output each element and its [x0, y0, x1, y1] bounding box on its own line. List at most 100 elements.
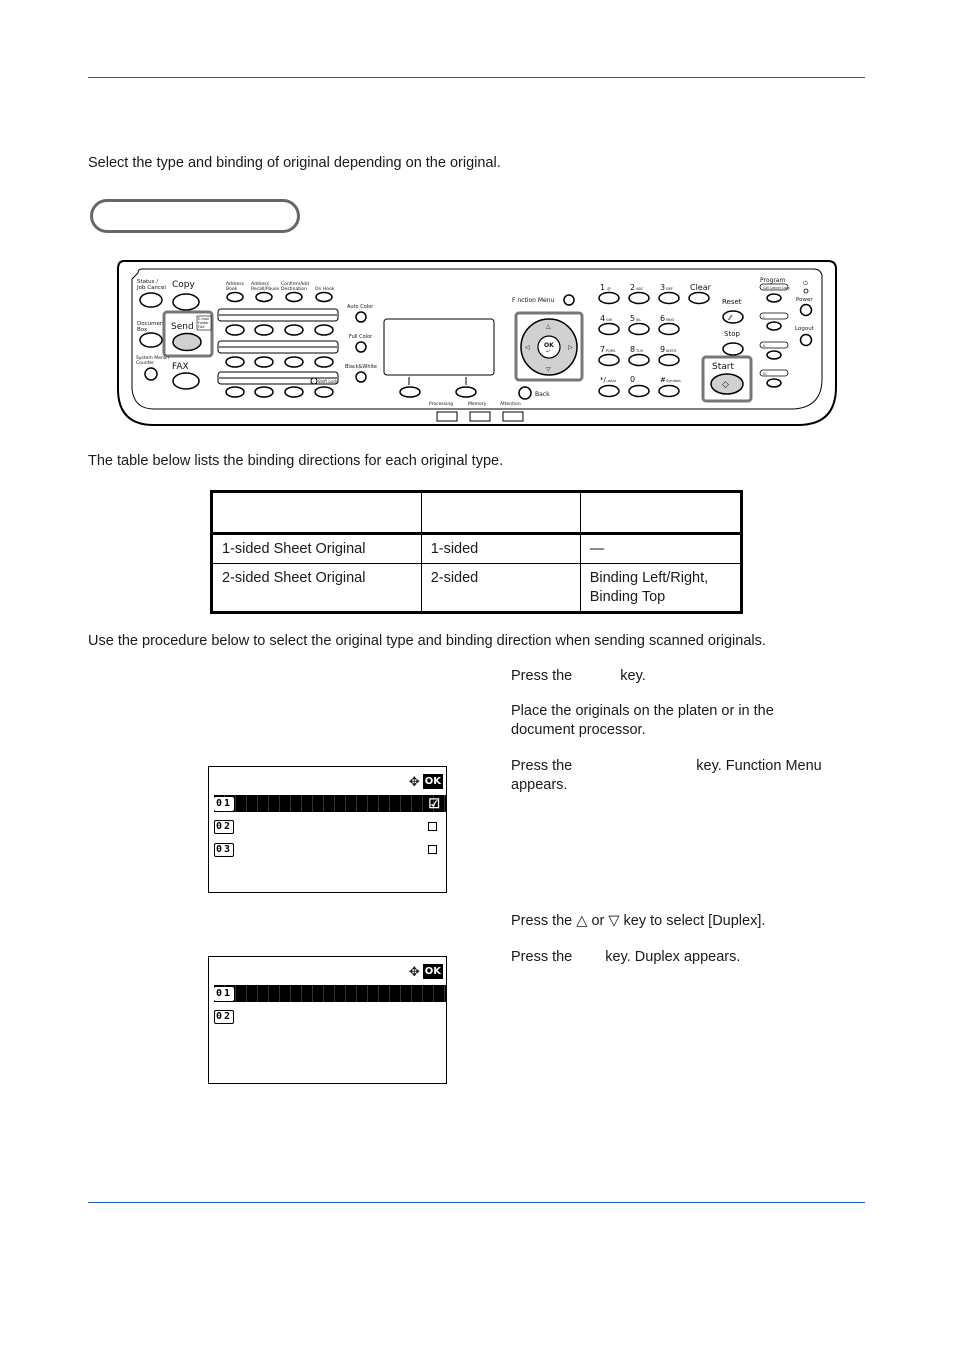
svg-text:Box: Box — [137, 327, 148, 333]
svg-text:◁: ◁ — [525, 344, 530, 351]
lcd-screen-function-menu: ✥ OK 01 ☑ 02 03 — [208, 766, 447, 893]
svg-text:Clear: Clear — [690, 283, 712, 292]
table-row: 1-sided Sheet Original 1-sided — — [210, 533, 744, 564]
operation-panel-illustration: Status / Job Cancel Copy Documen Box Sen… — [114, 259, 838, 429]
svg-text:On Hook: On Hook — [315, 286, 335, 292]
svg-text:⏻: ⏻ — [803, 280, 808, 287]
step-5-pre: Press the — [511, 949, 573, 965]
svg-text:4: 4 — [600, 314, 605, 323]
fax-label: FAX — [172, 362, 189, 372]
auto-color-key — [355, 311, 367, 323]
svg-text:F nction Menu: F nction Menu — [512, 297, 555, 304]
svg-text:Auto Color: Auto Color — [347, 304, 374, 310]
address-recall-key — [255, 291, 273, 303]
four-way-arrow-icon: ✥ — [408, 774, 420, 789]
svg-text:◇: ◇ — [722, 380, 729, 390]
on-hook-key — [315, 291, 333, 303]
stop-key — [722, 342, 744, 356]
table-header-cell — [210, 490, 422, 535]
copy-key — [172, 293, 200, 311]
svg-text:*/.: */. — [600, 376, 608, 384]
function-menu-key — [563, 294, 575, 306]
svg-text:I.: I. — [763, 315, 765, 319]
svg-text:JKL: JKL — [635, 318, 641, 322]
back-key — [518, 386, 532, 400]
svg-text:DEF: DEF — [666, 287, 673, 291]
svg-text:IV.: IV. — [763, 372, 767, 376]
row-number: 01 — [214, 796, 235, 811]
svg-text:Start: Start — [712, 362, 734, 372]
soft-key-right — [455, 386, 477, 398]
svg-text:Book: Book — [226, 286, 238, 292]
address-book-key — [226, 291, 244, 303]
svg-text:▷: ▷ — [568, 344, 573, 351]
svg-text:WXYZ: WXYZ — [666, 349, 677, 353]
svg-text:ABC: ABC — [636, 287, 644, 291]
svg-text:PQRS: PQRS — [606, 349, 616, 353]
svg-text:Power: Power — [796, 297, 813, 303]
svg-text:△: △ — [546, 323, 551, 330]
step-4: Press the △ or ▽ key to select [Duplex]. — [511, 913, 766, 929]
svg-text:GHI: GHI — [606, 318, 612, 322]
svg-text:8: 8 — [630, 345, 635, 354]
svg-text:9: 9 — [660, 345, 665, 354]
step-2-line1: Place the originals on the platen or in … — [511, 703, 774, 719]
svg-text:Processing: Processing — [429, 401, 453, 407]
nav-indicator: ✥ OK — [409, 964, 443, 979]
svg-text:Back: Back — [535, 391, 550, 398]
svg-text:2: 2 — [630, 283, 635, 292]
table-cell: 2-sided Sheet Original — [210, 563, 422, 614]
step-3-pre: Press the — [511, 758, 573, 774]
intro-text: Select the type and binding of original … — [88, 155, 501, 171]
nav-indicator: ✥ OK — [409, 774, 443, 789]
checked-icon: ☑ — [428, 795, 440, 811]
svg-text:Program: Program — [760, 277, 785, 284]
send-label: Send — [171, 322, 194, 332]
step-3-post: key. Function Menu — [696, 758, 822, 774]
confirm-destination-key — [285, 291, 303, 303]
svg-text:6: 6 — [660, 314, 665, 323]
four-way-arrow-icon: ✥ — [408, 964, 420, 979]
table-header-cell — [420, 490, 581, 535]
status-key — [139, 292, 163, 308]
fax-key — [172, 372, 200, 390]
header-rule — [88, 77, 865, 78]
step-3: Press the key. Function Menu — [511, 757, 822, 776]
row-number: 03 — [214, 842, 235, 857]
svg-text:Counter: Counter — [136, 360, 154, 366]
checkbox-icon — [428, 845, 437, 854]
send-key — [172, 332, 202, 352]
binding-table: 1-sided Sheet Original 1-sided — 2-sided… — [210, 490, 744, 614]
svg-text:Attention: Attention — [500, 401, 521, 407]
lcd-row-selected[interactable]: 01 — [214, 985, 446, 1002]
svg-text:Shift Lock: Shift Lock — [318, 379, 338, 384]
row-number: 02 — [214, 819, 235, 834]
svg-text:TUV: TUV — [635, 349, 644, 353]
lcd-row[interactable]: 02 — [214, 818, 446, 835]
power-key — [799, 303, 813, 317]
svg-text:5: 5 — [630, 314, 635, 323]
svg-text:.@: .@ — [606, 287, 611, 291]
svg-text:Symbols: Symbols — [666, 379, 681, 383]
svg-text:0: 0 — [630, 375, 635, 384]
table-cell: — — [579, 533, 744, 564]
svg-text:↵: ↵ — [546, 349, 550, 355]
copy-label: Copy — [172, 280, 196, 290]
procedure-intro: Use the procedure below to select the or… — [88, 633, 766, 649]
step-5: Press the key. Duplex appears. — [511, 948, 740, 967]
lcd-screen-duplex: ✥ OK 01 02 — [208, 956, 447, 1084]
lcd-row-selected[interactable]: 01 ☑ — [214, 795, 446, 812]
lcd-row[interactable]: 03 — [214, 841, 446, 858]
svg-text:Destination: Destination — [281, 286, 307, 292]
table-header-row — [210, 490, 744, 535]
table-intro: The table below lists the binding direct… — [88, 453, 504, 469]
reset-key — [722, 310, 744, 324]
black-white-key — [355, 371, 367, 383]
ok-icon: OK — [422, 774, 443, 789]
document-box-key — [139, 332, 163, 348]
svg-text:Full Color: Full Color — [349, 334, 373, 340]
panel-lcd — [383, 318, 495, 376]
lcd-row[interactable]: 02 — [214, 1008, 446, 1025]
svg-text:MNO: MNO — [666, 318, 675, 322]
svg-text:OK: OK — [544, 342, 554, 349]
